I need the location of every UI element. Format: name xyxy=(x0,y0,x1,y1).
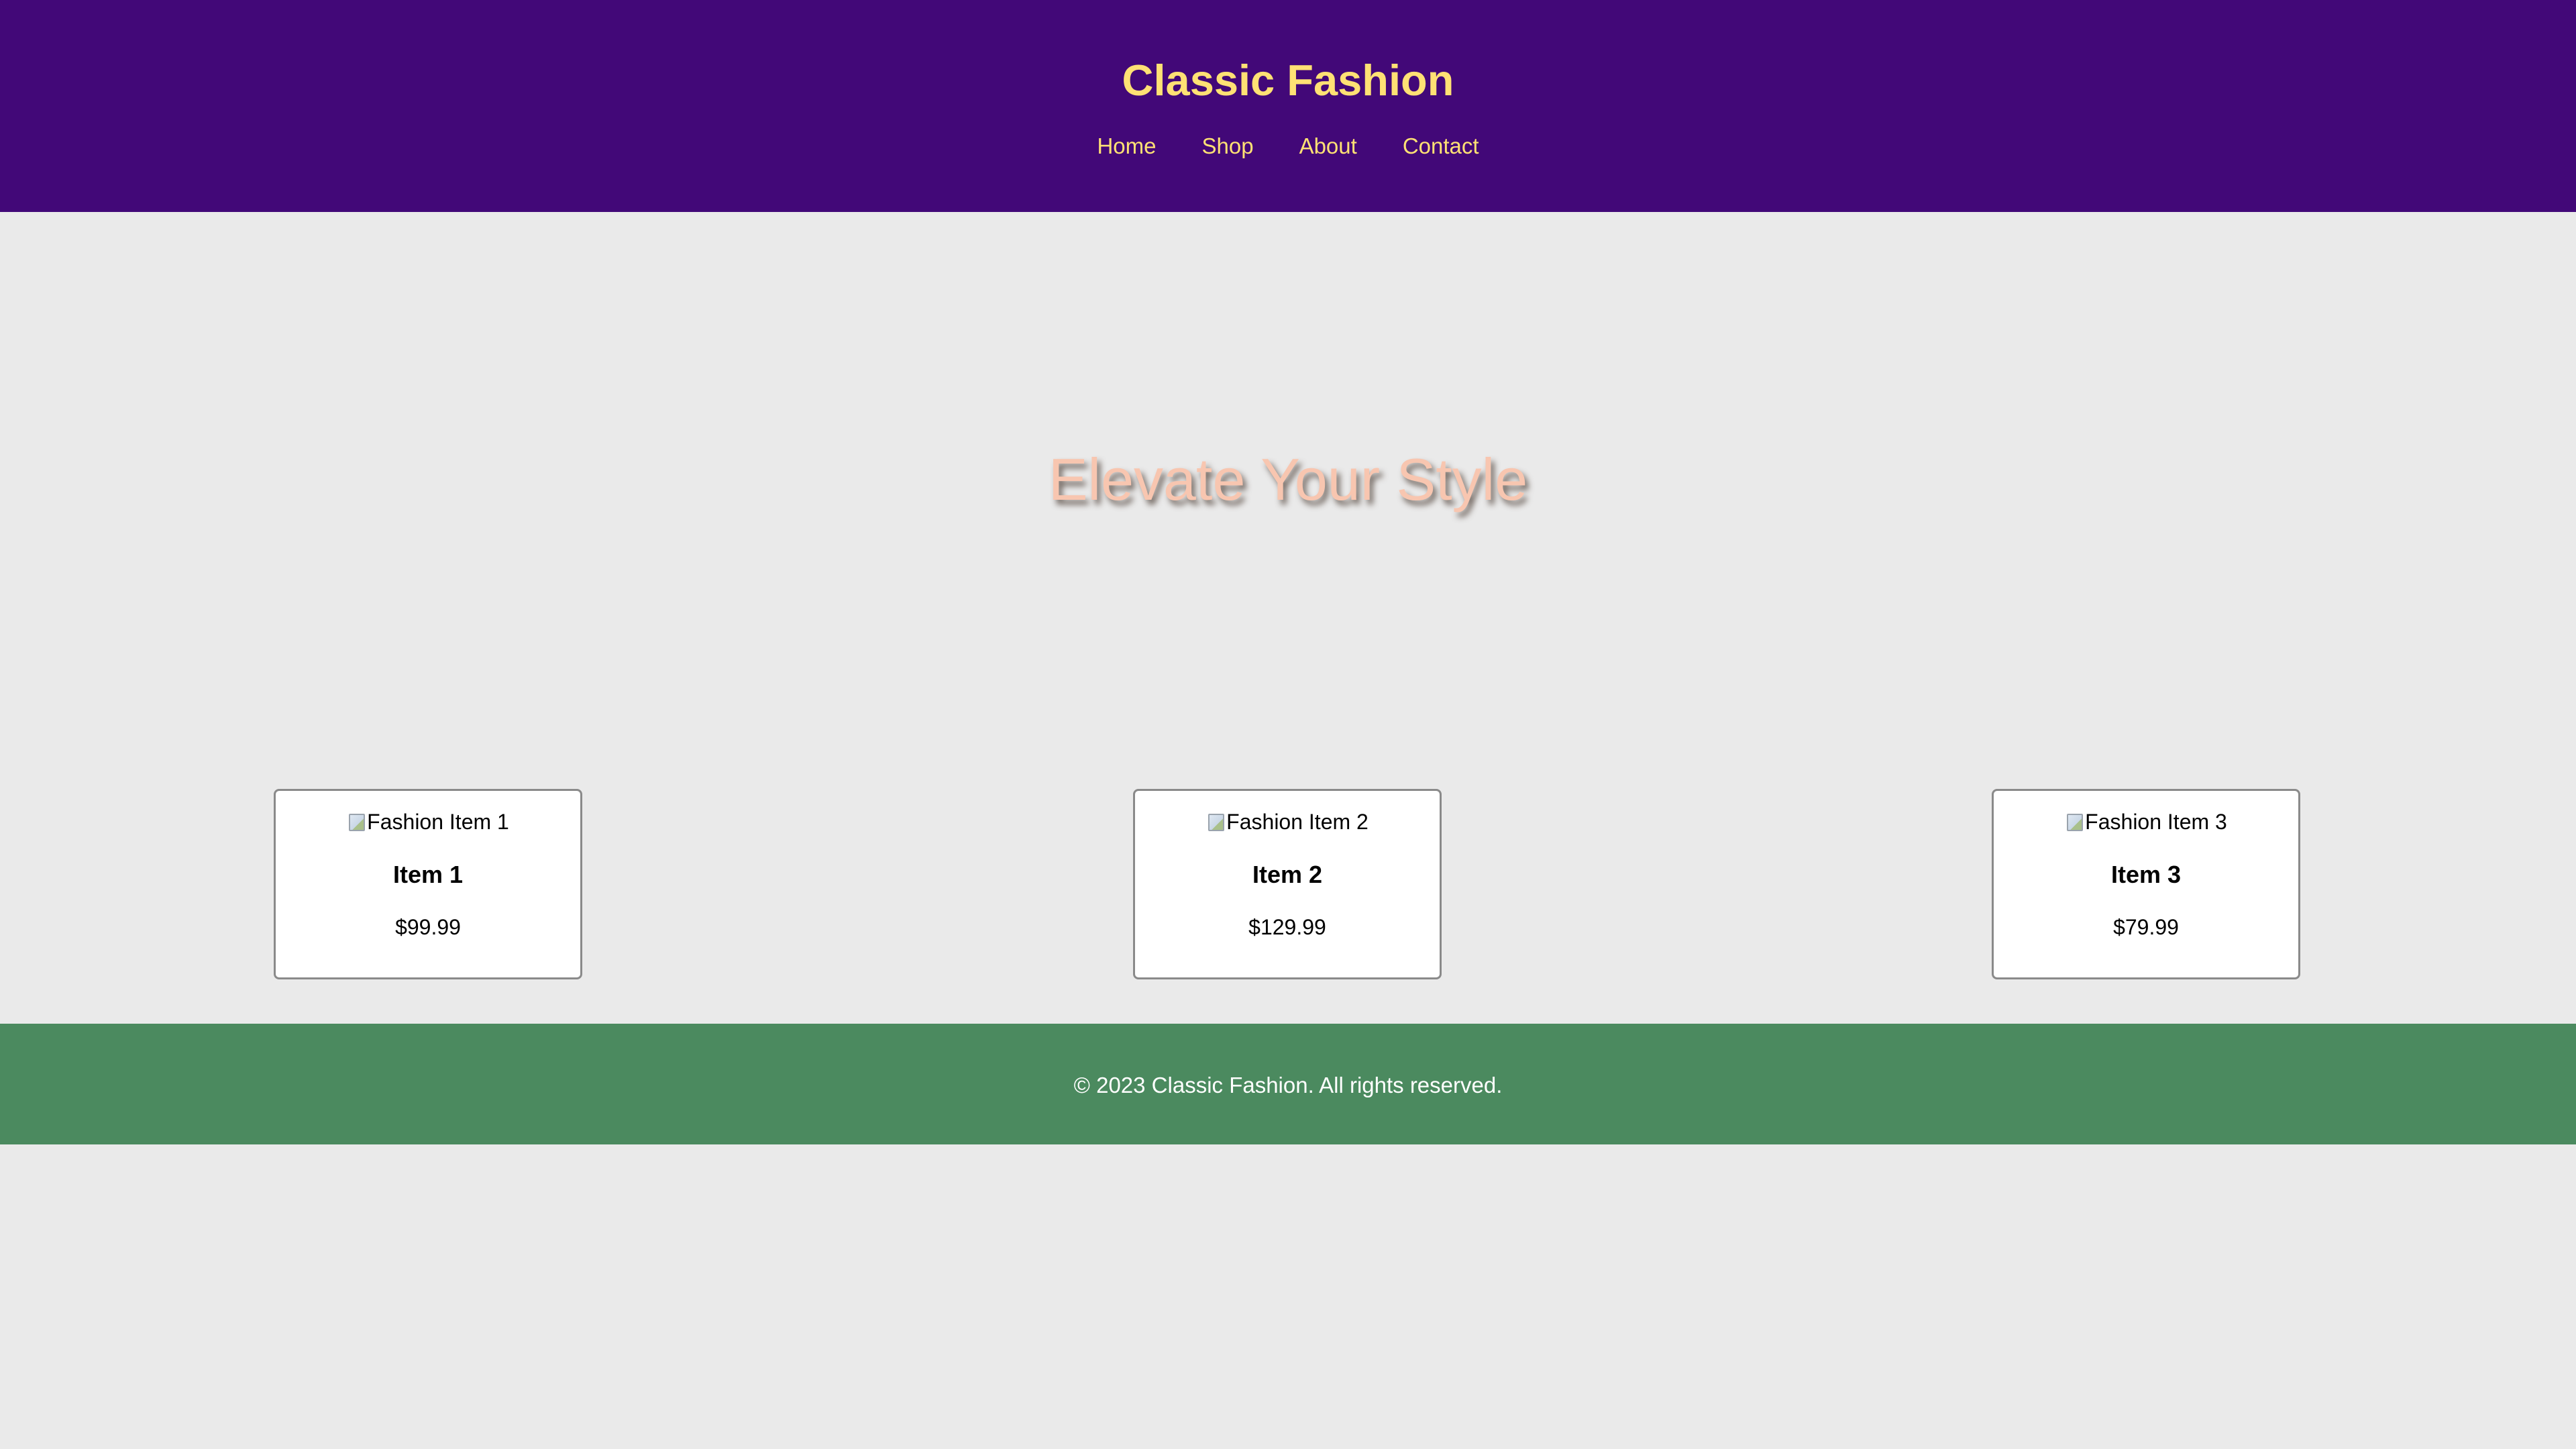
nav-link-home[interactable]: Home xyxy=(1097,131,1156,161)
hero-title: Elevate Your Style xyxy=(1048,446,1528,513)
site-header: Classic Fashion Home Shop About Contact xyxy=(0,0,2576,212)
product-card[interactable]: Fashion Item 1 Item 1 $99.99 xyxy=(274,789,582,979)
nav-link-about[interactable]: About xyxy=(1299,131,1357,161)
main-nav: Home Shop About Contact xyxy=(0,131,2576,161)
product-price: $79.99 xyxy=(2113,915,2179,939)
broken-image-icon xyxy=(1206,811,1225,833)
nav-link-shop[interactable]: Shop xyxy=(1201,131,1253,161)
product-image: Fashion Item 2 xyxy=(1135,808,1440,835)
product-card[interactable]: Fashion Item 2 Item 2 $129.99 xyxy=(1133,789,1442,979)
product-name: Item 2 xyxy=(1252,861,1323,888)
site-footer: © 2023 Classic Fashion. All rights reser… xyxy=(0,1024,2576,1144)
product-name: Item 1 xyxy=(392,861,464,888)
product-image-alt: Fashion Item 1 xyxy=(367,810,509,834)
product-image: Fashion Item 1 xyxy=(276,808,580,835)
product-price: $99.99 xyxy=(395,915,461,939)
product-image-alt: Fashion Item 3 xyxy=(2085,810,2227,834)
broken-image-icon xyxy=(2065,811,2084,833)
product-price: $129.99 xyxy=(1248,915,1326,939)
broken-image-icon xyxy=(347,811,366,833)
product-image-alt: Fashion Item 2 xyxy=(1226,810,1368,834)
footer-copyright: © 2023 Classic Fashion. All rights reser… xyxy=(1073,1073,1503,1097)
product-card[interactable]: Fashion Item 3 Item 3 $79.99 xyxy=(1992,789,2300,979)
product-name: Item 3 xyxy=(2110,861,2182,888)
product-image: Fashion Item 3 xyxy=(1994,808,2298,835)
nav-link-contact[interactable]: Contact xyxy=(1403,131,1479,161)
site-title: Classic Fashion xyxy=(1122,56,1454,105)
